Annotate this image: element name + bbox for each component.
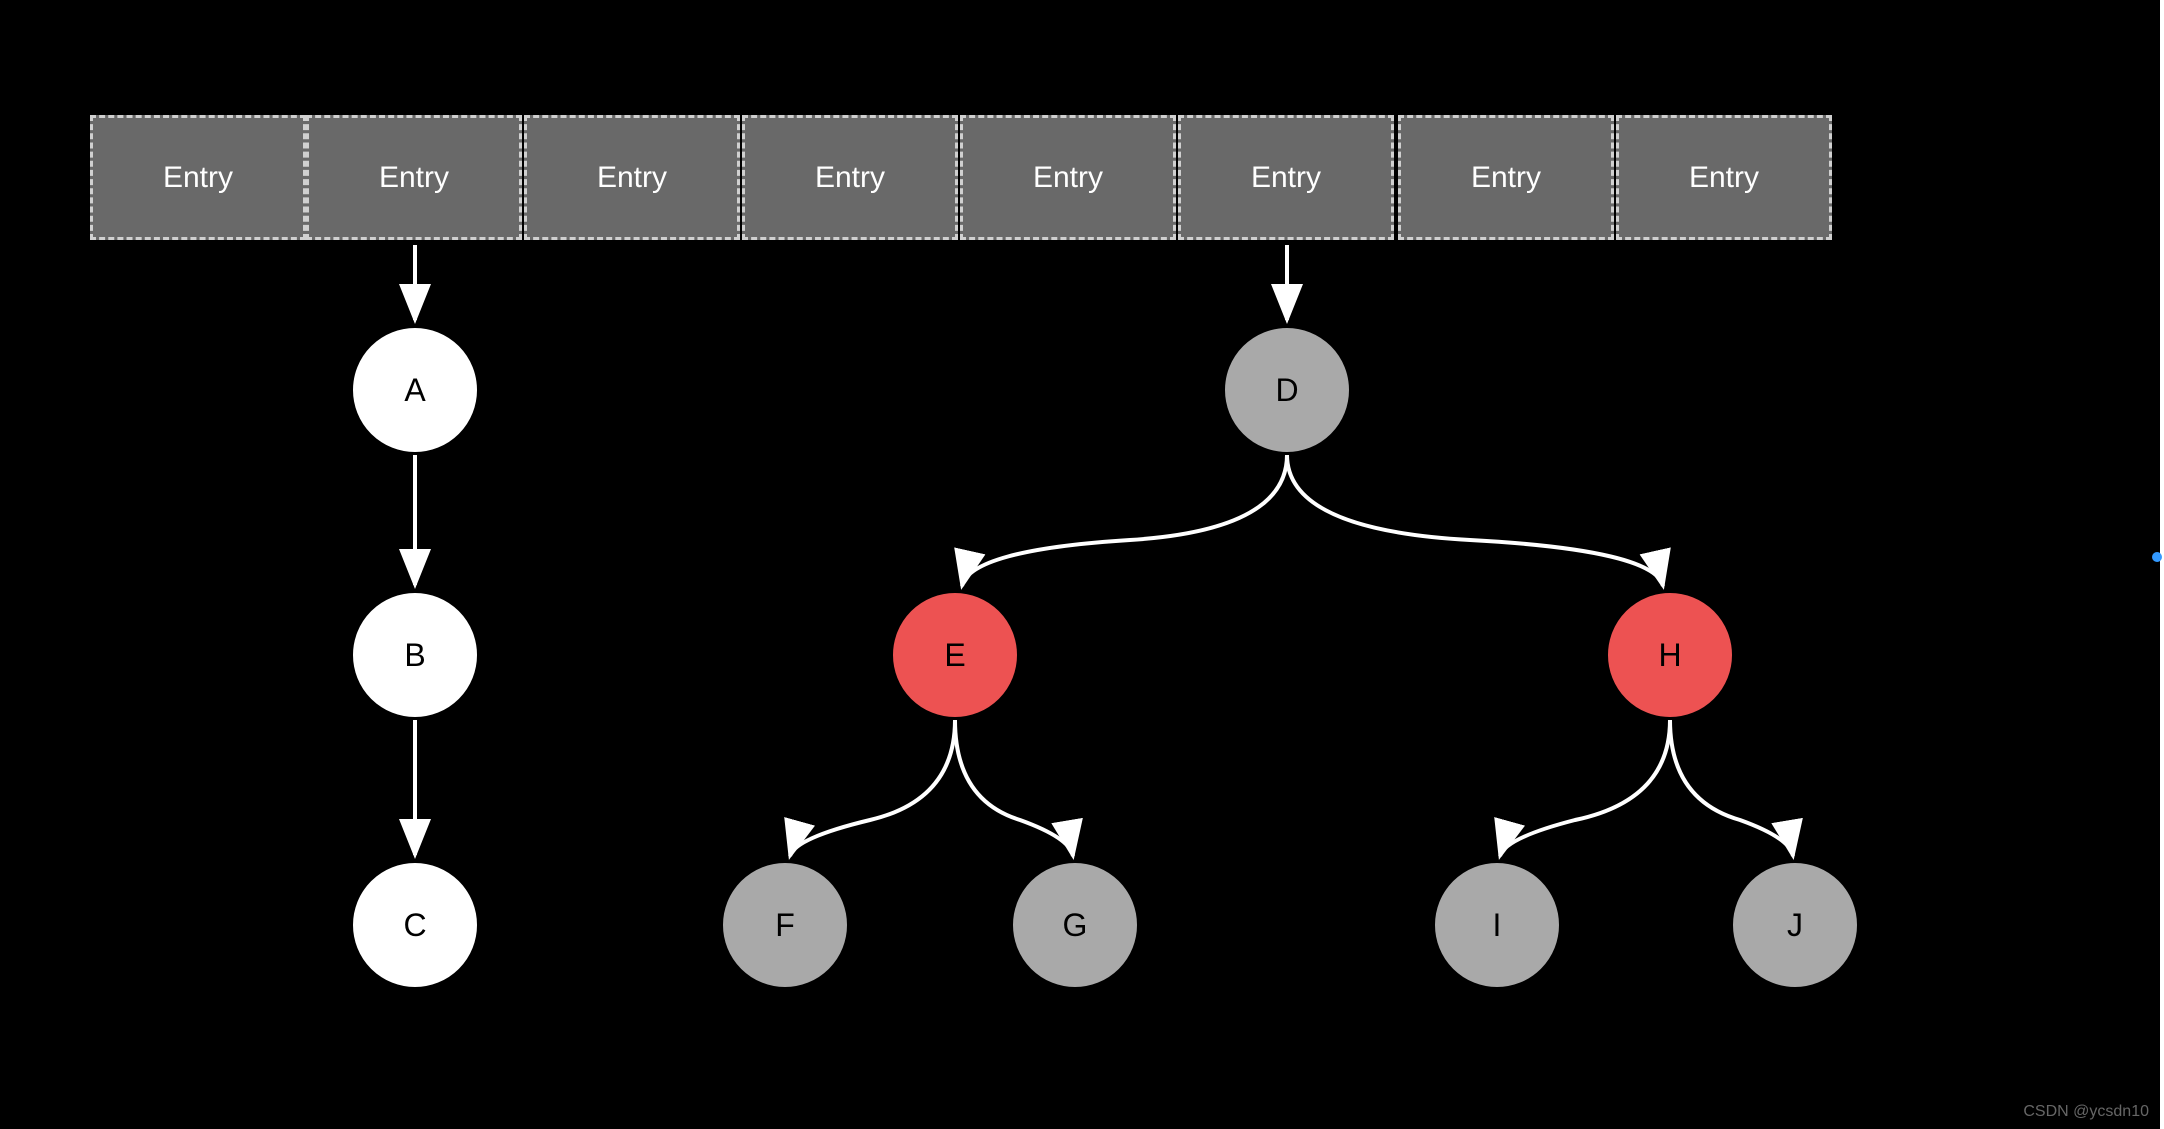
entry-label: Entry — [1251, 161, 1321, 195]
node-label: D — [1275, 372, 1298, 409]
entry-box-4: Entry — [960, 115, 1176, 240]
entry-box-2: Entry — [524, 115, 740, 240]
arrow-H-J — [1670, 720, 1793, 856]
arrow-E-F — [790, 720, 955, 856]
entry-label: Entry — [597, 161, 667, 195]
entry-box-3: Entry — [742, 115, 958, 240]
node-D: D — [1222, 325, 1352, 455]
node-label: H — [1658, 637, 1681, 674]
node-label: G — [1063, 907, 1088, 944]
blue-dot-icon — [2152, 552, 2162, 562]
arrow-H-I — [1500, 720, 1670, 856]
entry-box-1: Entry — [306, 115, 522, 240]
node-label: A — [404, 372, 425, 409]
node-A: A — [350, 325, 480, 455]
node-C: C — [350, 860, 480, 990]
node-G: G — [1010, 860, 1140, 990]
entry-label: Entry — [379, 161, 449, 195]
arrow-E-G — [955, 720, 1073, 856]
node-B: B — [350, 590, 480, 720]
right-border — [2160, 0, 2164, 1129]
node-label: I — [1493, 907, 1502, 944]
node-J: J — [1730, 860, 1860, 990]
node-F: F — [720, 860, 850, 990]
entry-label: Entry — [815, 161, 885, 195]
entry-box-6: Entry — [1398, 115, 1614, 240]
node-I: I — [1432, 860, 1562, 990]
arrow-D-E — [962, 455, 1287, 586]
entry-box-5: Entry — [1178, 115, 1394, 240]
entry-label: Entry — [1471, 161, 1541, 195]
entry-label: Entry — [163, 161, 233, 195]
node-E: E — [890, 590, 1020, 720]
entry-label: Entry — [1689, 161, 1759, 195]
node-label: F — [775, 907, 795, 944]
arrow-D-H — [1287, 455, 1663, 586]
entry-box-0: Entry — [90, 115, 306, 240]
watermark: CSDN @ycsdn10 — [2023, 1103, 2149, 1121]
node-label: E — [944, 637, 965, 674]
node-label: J — [1787, 907, 1803, 944]
node-label: B — [404, 637, 425, 674]
entry-box-7: Entry — [1616, 115, 1832, 240]
entry-label: Entry — [1033, 161, 1103, 195]
node-label: C — [403, 907, 426, 944]
node-H: H — [1605, 590, 1735, 720]
watermark-text: CSDN @ycsdn10 — [2023, 1103, 2149, 1120]
